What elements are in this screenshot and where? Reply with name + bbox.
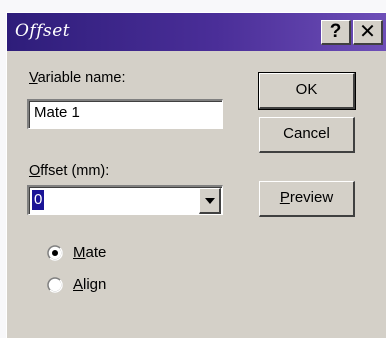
chevron-down-icon	[205, 198, 215, 204]
offset-value: 0	[32, 190, 45, 210]
close-button[interactable]: ✕	[353, 20, 383, 45]
dropdown-button[interactable]	[199, 188, 221, 214]
offset-dialog: Offset ? ✕ Variable name: Mate 1 Offset …	[6, 12, 386, 338]
preview-button[interactable]: Preview	[259, 181, 355, 217]
mate-label: Mate	[73, 244, 107, 261]
variable-name-label: Variable name:	[29, 70, 126, 86]
align-label: Align	[73, 276, 107, 293]
cancel-button[interactable]: Cancel	[259, 117, 355, 153]
dialog-title: Offset	[15, 21, 71, 41]
radio-unselected-icon[interactable]	[47, 277, 63, 293]
help-button[interactable]: ?	[321, 20, 351, 45]
offset-label: Offset (mm):	[29, 163, 110, 179]
offset-combobox[interactable]: 0	[27, 185, 223, 215]
title-bar[interactable]: Offset ? ✕	[7, 13, 386, 51]
variable-name-input[interactable]: Mate 1	[27, 99, 223, 129]
radio-selected-icon[interactable]	[47, 245, 63, 261]
ok-button[interactable]: OK	[258, 72, 356, 110]
